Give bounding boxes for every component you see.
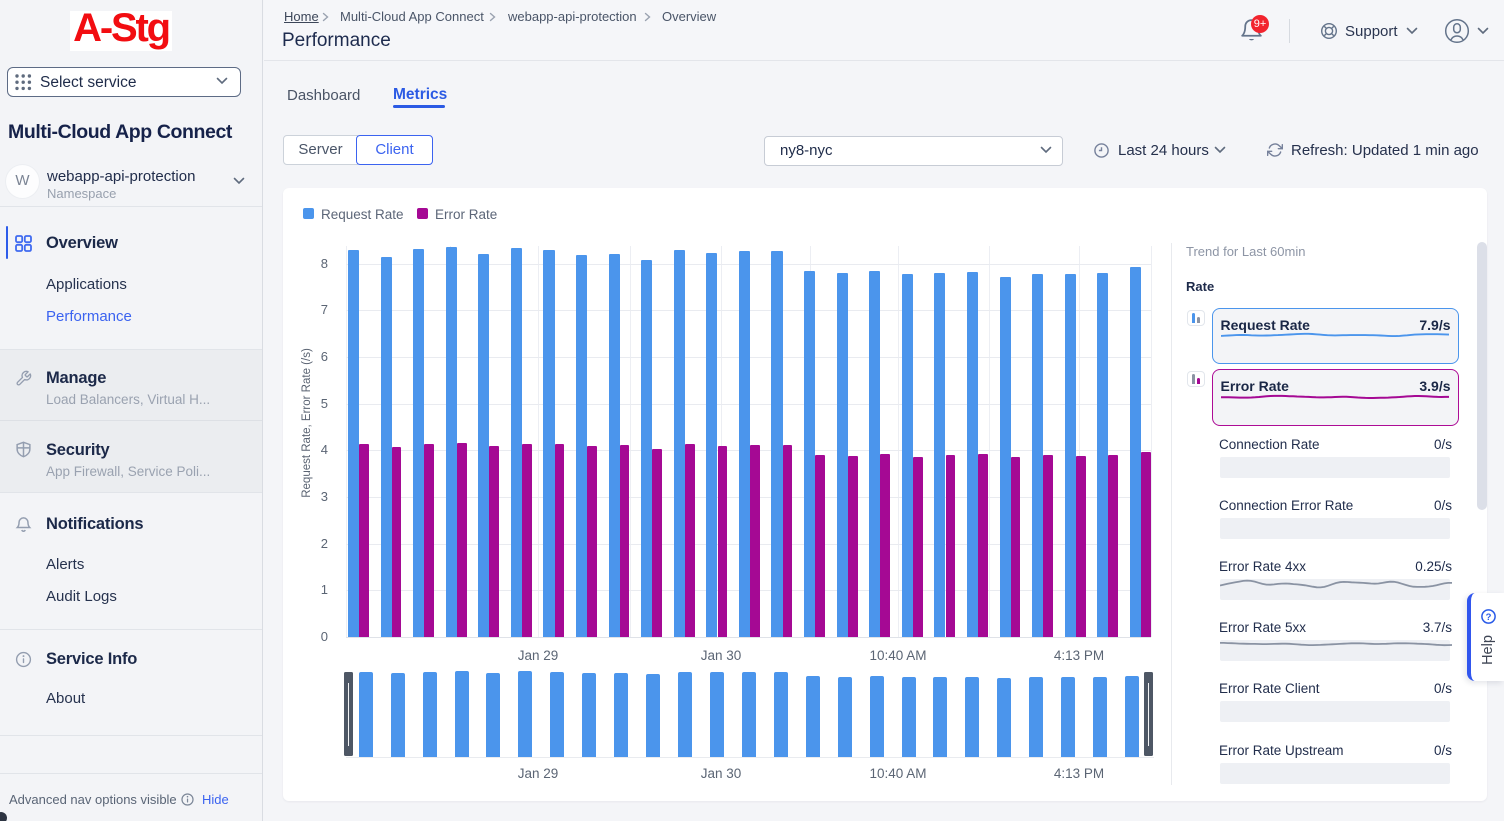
- svg-text:?: ?: [1486, 611, 1492, 622]
